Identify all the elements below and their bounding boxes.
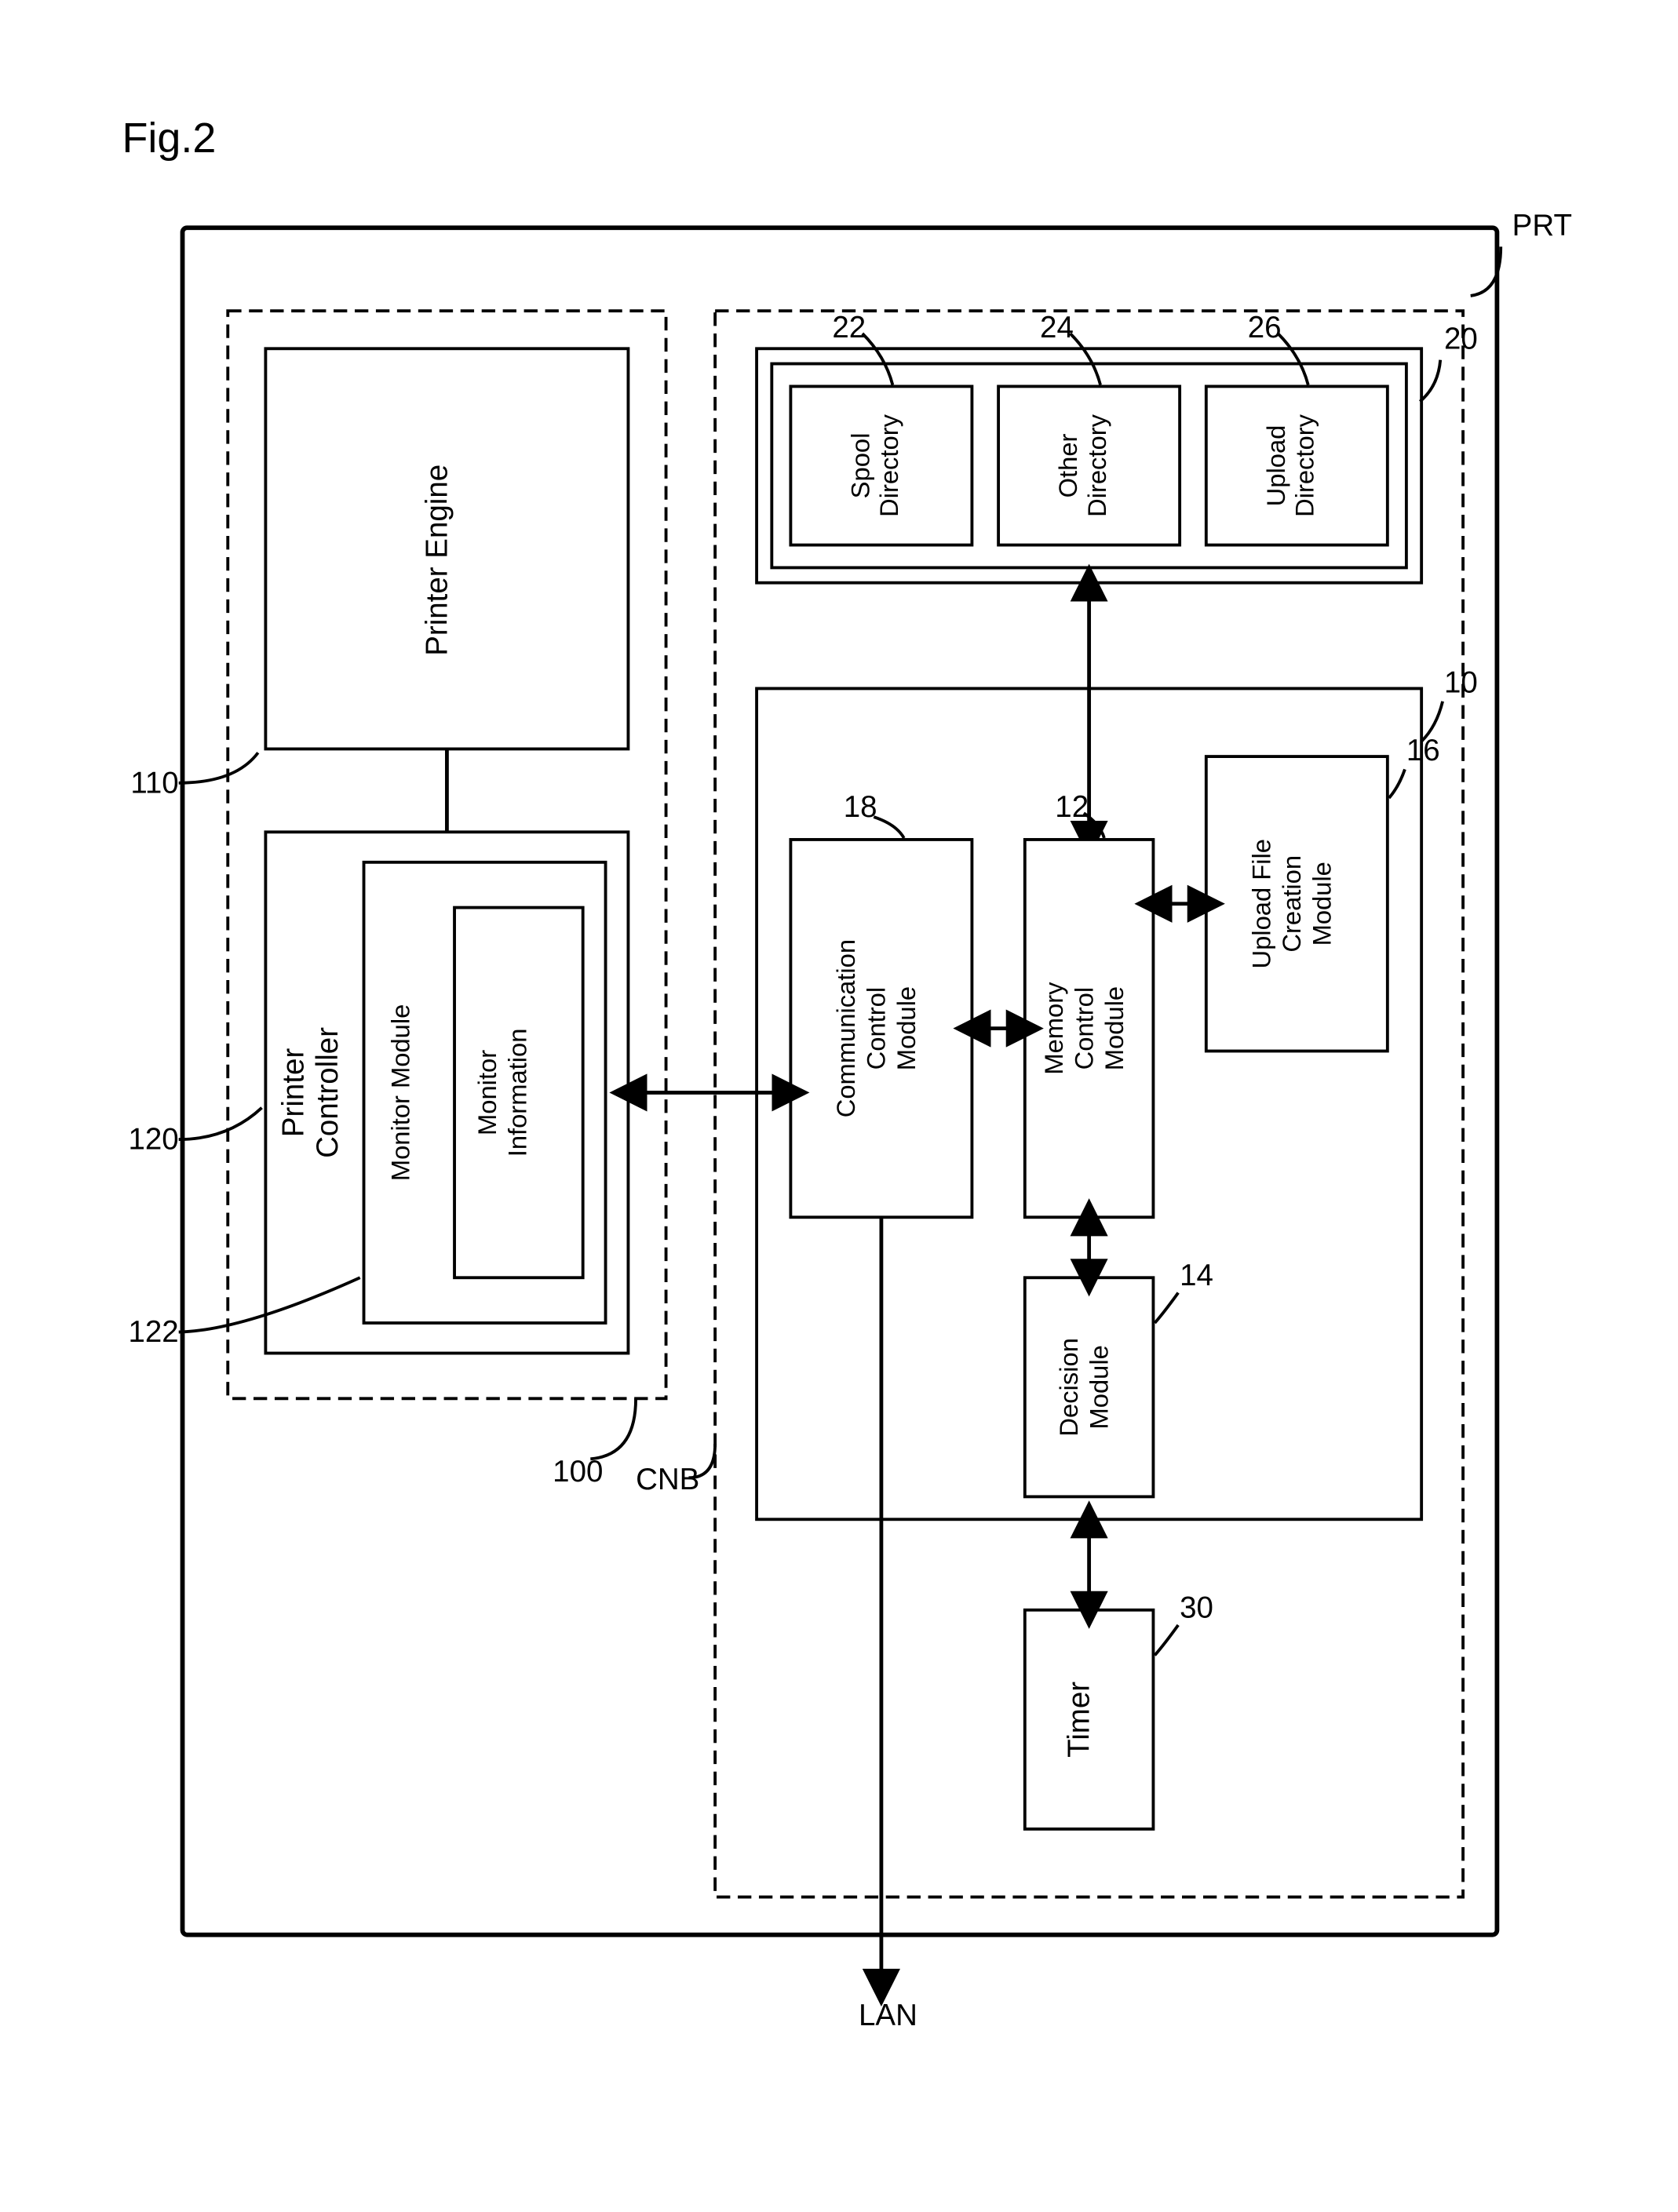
n14-label: 14 — [1180, 1259, 1213, 1292]
monitor-info-2: Information — [502, 1029, 531, 1157]
svg-text:Control: Control — [1069, 987, 1098, 1070]
printer-controller-label-1: Printer — [277, 1048, 311, 1138]
svg-text:Module: Module — [1100, 986, 1129, 1070]
svg-text:Control: Control — [862, 987, 891, 1070]
svg-text:Upload File: Upload File — [1247, 839, 1276, 969]
svg-text:Module: Module — [892, 986, 921, 1070]
svg-text:Communication: Communication — [831, 939, 860, 1117]
n10-label: 10 — [1444, 665, 1478, 699]
figure-title: Fig.2 — [122, 115, 217, 162]
svg-text:Other: Other — [1053, 433, 1082, 497]
cnb-label: CNB — [636, 1463, 699, 1496]
svg-text:Upload: Upload — [1261, 425, 1290, 507]
lan-label: LAN — [859, 1999, 917, 2032]
n20-label: 20 — [1444, 322, 1478, 355]
svg-text:Creation: Creation — [1277, 855, 1306, 953]
n122-label: 122 — [128, 1315, 178, 1349]
n22-label: 22 — [832, 311, 866, 344]
n26-label: 26 — [1248, 311, 1282, 344]
timer-label: Timer — [1063, 1682, 1096, 1758]
monitor-module-label: Monitor Module — [385, 1004, 414, 1182]
printer-controller-label-2: Controller — [311, 1027, 345, 1158]
n12-label: 12 — [1055, 790, 1089, 824]
n18-label: 18 — [844, 790, 877, 824]
prt-label: PRT — [1512, 209, 1572, 242]
n16-label: 16 — [1406, 734, 1440, 767]
svg-text:Directory: Directory — [874, 414, 903, 517]
monitor-info-1: Monitor — [472, 1050, 502, 1135]
n100-label: 100 — [553, 1455, 603, 1489]
n110-label: 110 — [130, 766, 178, 800]
svg-text:Memory: Memory — [1039, 982, 1068, 1075]
printer-engine-label: Printer Engine — [420, 465, 454, 656]
svg-text:Module: Module — [1308, 862, 1337, 946]
svg-text:Decision: Decision — [1054, 1338, 1083, 1436]
n30-label: 30 — [1180, 1591, 1213, 1624]
n120-label: 120 — [128, 1123, 178, 1157]
svg-text:Module: Module — [1085, 1345, 1114, 1429]
svg-text:Directory: Directory — [1082, 414, 1111, 517]
diagram: Fig.2 PRT 100 Printer Engine 110 Printer… — [31, 31, 1647, 2161]
svg-text:Spool: Spool — [846, 433, 875, 499]
svg-text:Directory: Directory — [1290, 414, 1319, 517]
n24-label: 24 — [1040, 311, 1074, 344]
